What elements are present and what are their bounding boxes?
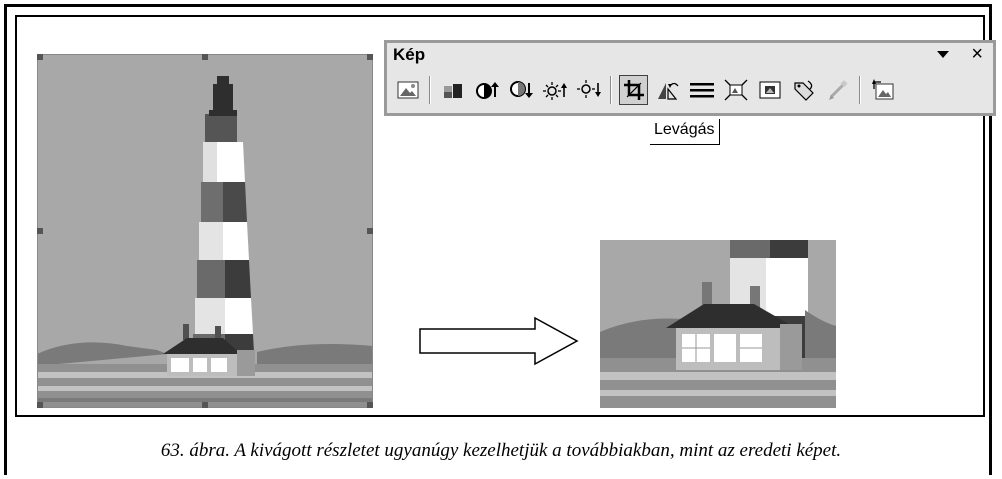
crop-button[interactable] (619, 75, 648, 105)
more-brightness-icon (542, 82, 567, 100)
reset-picture-icon (871, 79, 893, 100)
insert-picture-button[interactable] (393, 75, 422, 105)
less-contrast-button[interactable] (506, 75, 535, 105)
more-contrast-button[interactable] (472, 75, 501, 105)
toolbar-titlebar[interactable]: Kép × (387, 43, 993, 67)
picture-toolbar: Kép × (384, 40, 996, 116)
figure-caption: 63. ábra. A kivágott részletet ugyanúgy … (160, 440, 842, 461)
dropdown-arrow-icon[interactable] (935, 45, 951, 63)
more-brightness-button[interactable] (540, 75, 569, 105)
compress-pictures-button[interactable] (721, 75, 750, 105)
toolbar-title: Kép (393, 45, 426, 64)
set-transparent-color-icon (828, 80, 848, 100)
format-picture-icon (793, 80, 814, 101)
text-wrapping-button[interactable] (755, 75, 784, 105)
compress-pictures-icon (724, 79, 747, 101)
less-brightness-button[interactable] (574, 75, 603, 105)
line-style-button[interactable] (687, 75, 716, 105)
rotate-left-icon (657, 82, 679, 100)
less-brightness-icon (576, 80, 601, 98)
cropped-picture (600, 240, 836, 408)
format-picture-button[interactable] (789, 75, 818, 105)
insert-picture-icon (397, 81, 418, 99)
close-button[interactable]: × (971, 43, 983, 65)
toolbar-buttons (393, 73, 902, 107)
rotate-left-button[interactable] (653, 75, 682, 105)
set-transparent-color-button[interactable] (823, 75, 852, 105)
less-contrast-icon (509, 81, 533, 98)
reset-picture-button[interactable] (868, 75, 897, 105)
more-contrast-icon (475, 82, 499, 99)
crop-icon (623, 80, 644, 100)
lighthouse-picture[interactable] (37, 54, 373, 408)
toolbar-separator (859, 76, 861, 104)
color-icon (443, 84, 462, 98)
color-button[interactable] (438, 75, 467, 105)
line-style-icon (689, 83, 714, 98)
text-wrapping-icon (759, 81, 780, 99)
toolbar-separator (429, 76, 431, 104)
right-arrow-icon (419, 316, 579, 366)
crop-tooltip: Levágás (650, 119, 720, 145)
toolbar-separator (610, 76, 612, 104)
